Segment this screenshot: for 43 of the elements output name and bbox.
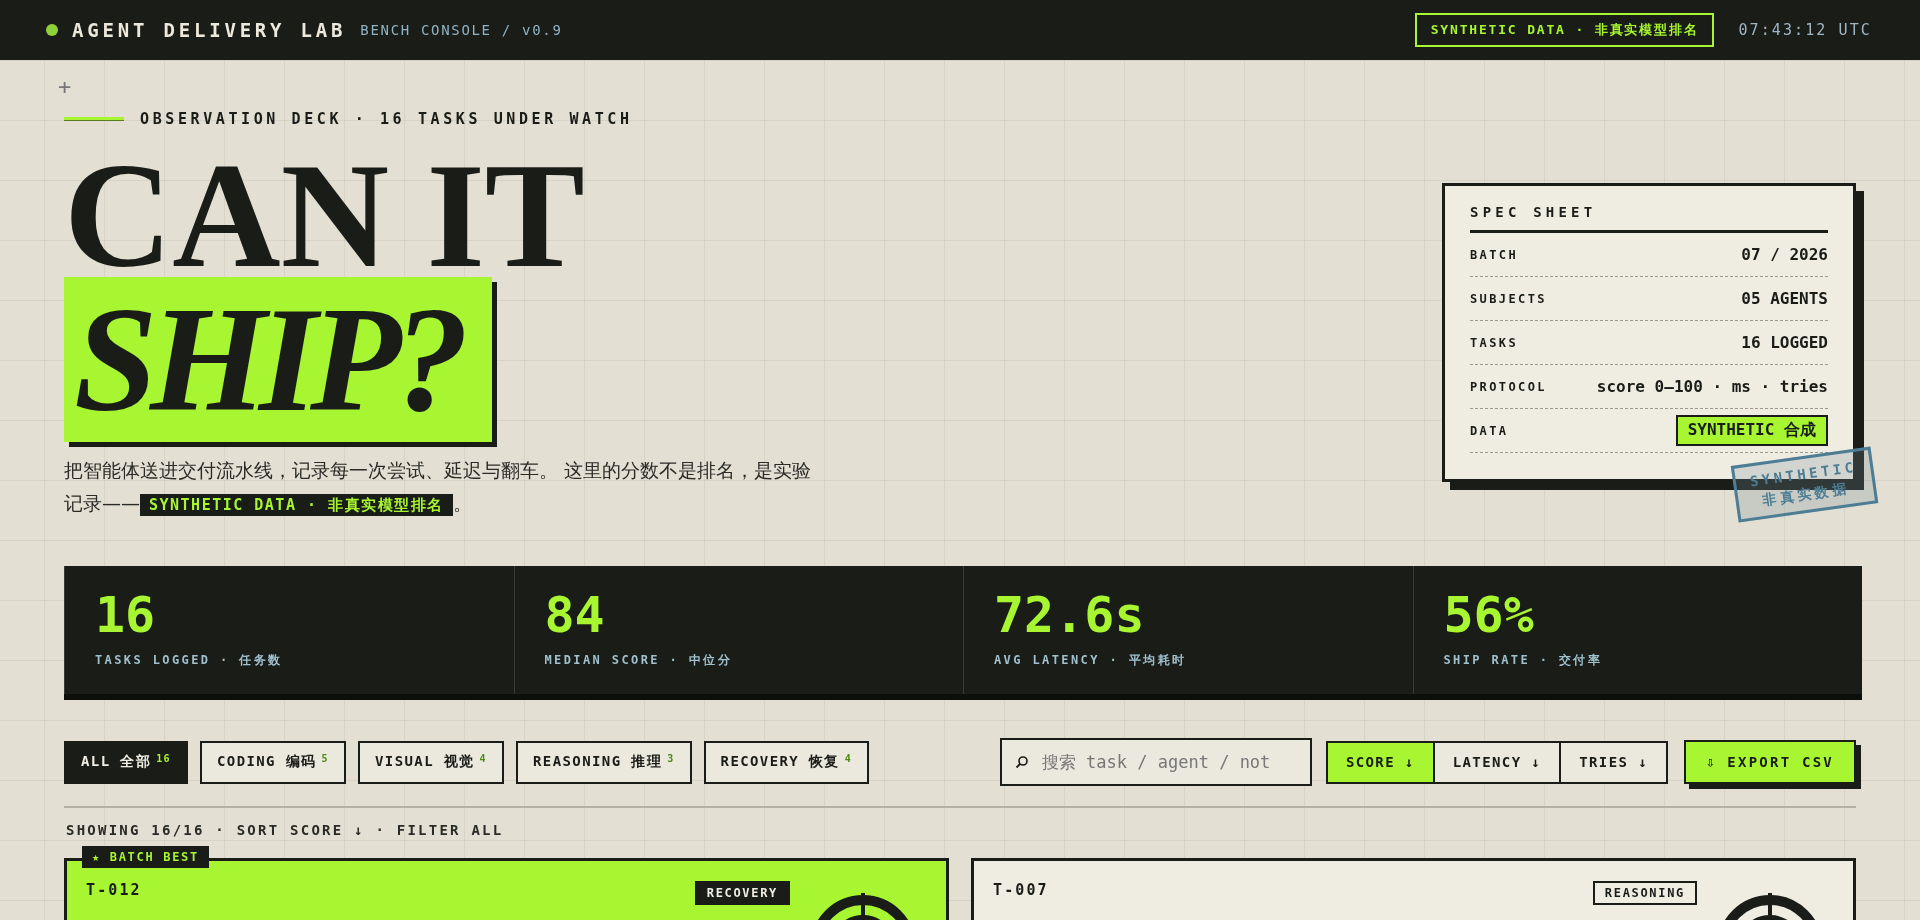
- spec-value: 16 LOGGED: [1741, 333, 1828, 352]
- batch-best-badge: ★ BATCH BEST: [82, 846, 209, 868]
- category-tag: REASONING: [1592, 881, 1697, 905]
- spec-value: 05 AGENTS: [1741, 289, 1828, 308]
- spec-value: 07 / 2026: [1741, 245, 1828, 264]
- sort-button[interactable]: TRIES ↓: [1559, 740, 1668, 784]
- spec-label: TASKS: [1470, 335, 1519, 350]
- intro-paragraph: 把智能体送进交付流水线，记录每一次尝试、延迟与翻车。 这里的分数不是排名，是实验记录—— SYNTHETIC DATA · 非真实模型排名 。: [64, 458, 813, 518]
- stat-label: AVG LATENCY · 平均耗时: [994, 652, 1188, 669]
- spec-value: score 0–100 · ms · tries: [1596, 377, 1828, 396]
- synthetic-data-badge: SYNTHETIC DATA · 非真实模型排名: [1414, 13, 1715, 47]
- task-id: T-007: [993, 881, 1049, 899]
- task-id: T-012: [86, 881, 142, 899]
- status-dot: [46, 24, 58, 36]
- filter-chip[interactable]: RECOVERY 恢复 $^{4}$: [703, 740, 870, 784]
- corner-mark: +: [58, 76, 72, 98]
- category-tag: RECOVERY: [694, 881, 790, 905]
- utc-clock: 07:43:12 UTC: [1738, 21, 1872, 39]
- search-field[interactable]: 搜索 task / agent / not: [999, 738, 1312, 786]
- sort-button[interactable]: LATENCY ↓: [1432, 740, 1562, 784]
- filter-chip[interactable]: ALL 全部 $^{16}$: [64, 740, 188, 784]
- stat-label: TASKS LOGGED · 任务数: [95, 652, 284, 669]
- console-version: BENCH CONSOLE / v0.9: [360, 22, 563, 38]
- filter-chip[interactable]: CODING 编码 $^{5}$: [199, 740, 346, 784]
- brand-title: AGENT DELIVERY LAB: [72, 19, 347, 41]
- stat-value: 84: [544, 585, 606, 646]
- spec-label: PROTOCOL: [1470, 379, 1547, 394]
- stat-value: 56%: [1443, 585, 1535, 646]
- sort-button[interactable]: SCORE ↓: [1325, 740, 1435, 784]
- spec-sheet-title: SPEC SHEET: [1470, 204, 1828, 233]
- eyebrow-label: OBSERVATION DECK · 16 TASKS UNDER WATCH: [140, 110, 633, 128]
- stat-label: SHIP RATE · 交付率: [1443, 652, 1604, 669]
- stat-value: 72.6s: [994, 585, 1146, 646]
- search-icon: [1014, 755, 1028, 769]
- spec-label: DATA: [1470, 423, 1509, 438]
- synthetic-tag: SYNTHETIC 合成: [1675, 415, 1828, 446]
- filter-chip[interactable]: VISUAL 视觉 $^{4}$: [358, 740, 505, 784]
- spec-label: BATCH: [1470, 247, 1519, 262]
- stat-value: 16: [95, 585, 157, 646]
- filter-chip[interactable]: REASONING 推理 $^{3}$: [516, 740, 692, 784]
- spec-label: SUBJECTS: [1470, 291, 1547, 306]
- status-line: SHOWING 16/16 · SORT SCORE ↓ · FILTER ALL: [66, 822, 505, 838]
- stat-label: MEDIAN SCORE · 中位分: [544, 652, 734, 669]
